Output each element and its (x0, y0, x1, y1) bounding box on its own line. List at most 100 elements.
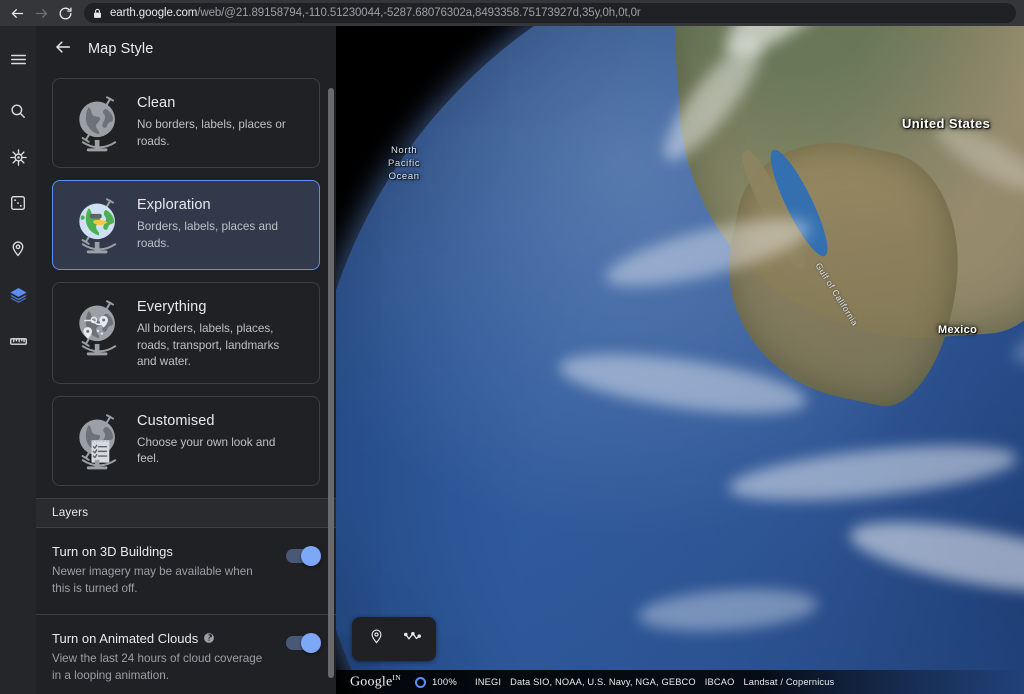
toggle-knob (301, 632, 321, 653)
layer-text: Turn on Animated Clouds View the last 24… (52, 631, 286, 685)
toggle-animated-clouds[interactable] (286, 632, 321, 653)
card-description: All borders, labels, places, roads, tran… (137, 322, 280, 369)
layer-row-animated-clouds: Turn on Animated Clouds View the last 24… (36, 613, 336, 694)
search-icon (9, 102, 27, 120)
browser-reload-button[interactable] (54, 2, 76, 24)
globe-clean-icon (61, 91, 137, 155)
layer-row-3d-buildings: Turn on 3D Buildings Newer imagery may b… (36, 528, 336, 614)
cloud-wisp (726, 434, 1020, 512)
loading-indicator-icon (414, 676, 426, 688)
globe-everything-icon (61, 295, 137, 359)
card-body: Everything All borders, labels, places, … (137, 295, 307, 371)
address-bar-url: earth.google.com/web/@21.89158794,-110.5… (110, 3, 641, 23)
cloud-wisp (600, 205, 816, 300)
attribution-sources: INEGI Data SIO, NOAA, U.S. Navy, NGA, GEB… (475, 677, 843, 687)
layer-title: Turn on Animated Clouds (52, 631, 274, 646)
cloud-wisp (636, 583, 820, 637)
toggle-3d-buildings[interactable] (286, 545, 321, 566)
map-style-card-everything[interactable]: Everything All borders, labels, places, … (52, 282, 320, 384)
landmass-north-america (660, 26, 1024, 355)
earth-app: Map Style Clean No borders, labels, plac… (0, 26, 1024, 694)
cloud-wisp (927, 112, 1024, 202)
address-bar[interactable]: earth.google.com/web/@21.89158794,-110.5… (84, 3, 1016, 23)
rail-item-voyager[interactable] (0, 134, 36, 180)
attribution-source: Landsat / Copernicus (743, 677, 835, 687)
landmass-baja-california (735, 146, 813, 274)
rail-item-feeling-lucky[interactable] (0, 180, 36, 226)
globe-exploration-icon (61, 193, 137, 257)
ruler-icon (9, 332, 28, 351)
card-description: No borders, labels, places or roads. (137, 118, 286, 148)
panel-back-button[interactable] (50, 36, 76, 62)
dice-icon (9, 194, 27, 212)
layers-section-header: Layers (36, 497, 336, 528)
left-icon-rail (0, 26, 36, 694)
rail-item-measure[interactable] (0, 318, 36, 364)
rail-item-map-style[interactable] (0, 272, 36, 318)
attribution-source: Data SIO, NOAA, U.S. Navy, NGA, GEBCO (510, 677, 696, 687)
gulf-of-california-water (761, 144, 837, 262)
map-style-card-customised[interactable]: Customised Choose your own look and feel… (52, 395, 320, 486)
arrow-left-icon (54, 38, 72, 61)
loading-percent: 100% (431, 676, 458, 688)
cloud-wisp (845, 507, 1024, 607)
map-pin-outline-icon (368, 628, 385, 650)
panel-scrollbar[interactable] (328, 88, 334, 678)
browser-toolbar: earth.google.com/web/@21.89158794,-110.5… (0, 0, 1024, 26)
attribution-source: IBCAO (704, 677, 735, 687)
google-logo-superscript: IN (392, 673, 401, 683)
layers-section-label: Layers (52, 506, 89, 520)
layer-title-text: Turn on Animated Clouds (52, 630, 199, 646)
card-title: Everything (137, 299, 207, 315)
panel-title: Map Style (88, 41, 154, 57)
layer-description: Newer imagery may be available when this… (52, 564, 253, 595)
add-placemark-button[interactable] (358, 621, 394, 657)
url-host: earth.google.com (110, 7, 198, 19)
cloud-wisp (555, 342, 811, 426)
card-title: Clean (137, 95, 176, 111)
card-title: Exploration (137, 197, 211, 213)
google-logo[interactable]: GoogleIN (350, 673, 401, 691)
cloud-wisp (711, 26, 885, 72)
panel-scroll-area: Clean No borders, labels, places or road… (36, 72, 336, 694)
card-body: Customised Choose your own look and feel… (137, 409, 307, 468)
card-body: Clean No borders, labels, places or road… (137, 91, 307, 150)
landmass-mexico (704, 123, 982, 417)
map-viewport[interactable]: North Pacific Ocean United States Mexico… (336, 26, 1024, 694)
browser-forward-button[interactable] (30, 2, 52, 24)
rail-item-projects[interactable] (0, 226, 36, 272)
google-logo-text: Google (350, 674, 393, 690)
layer-description: View the last 24 hours of cloud coverage… (52, 651, 263, 682)
layer-title: Turn on 3D Buildings (52, 544, 274, 559)
card-description: Choose your own look and feel. (137, 435, 276, 466)
draw-line-button[interactable] (394, 621, 430, 657)
browser-back-button[interactable] (6, 2, 28, 24)
url-path: /web/@21.89158794,-110.51230044,-5287.68… (197, 7, 641, 19)
globe-customised-icon (61, 409, 137, 473)
rail-item-search[interactable] (0, 88, 36, 134)
cloud-wisp (651, 28, 775, 172)
layers-icon (9, 286, 28, 305)
card-description: Borders, labels, places and roads. (137, 220, 278, 250)
attribution-source: INEGI (475, 677, 502, 687)
attribution-bar: GoogleIN 100% INEGI Data SIO, NOAA, U.S. … (336, 670, 1024, 694)
cloud-wisp (1005, 283, 1024, 377)
map-pin-icon (9, 240, 27, 258)
card-title: Customised (137, 412, 215, 429)
lock-icon (93, 8, 102, 19)
map-style-card-list: Clean No borders, labels, places or road… (36, 72, 336, 486)
layer-title-text: Turn on 3D Buildings (52, 543, 173, 559)
toggle-knob (301, 545, 321, 566)
path-line-icon (403, 627, 422, 651)
map-style-panel: Map Style Clean No borders, labels, plac… (36, 26, 336, 694)
rail-item-menu[interactable] (0, 36, 36, 82)
layer-text: Turn on 3D Buildings Newer imagery may b… (52, 544, 286, 598)
map-style-card-clean[interactable]: Clean No borders, labels, places or road… (52, 78, 320, 168)
map-tools-panel (352, 617, 436, 661)
help-circle-icon[interactable] (203, 632, 215, 644)
hamburger-menu-icon (9, 50, 28, 69)
panel-header: Map Style (36, 26, 336, 72)
ships-wheel-icon (9, 148, 28, 167)
map-style-card-exploration[interactable]: Exploration Borders, labels, places and … (52, 180, 320, 270)
globe (336, 26, 1024, 694)
